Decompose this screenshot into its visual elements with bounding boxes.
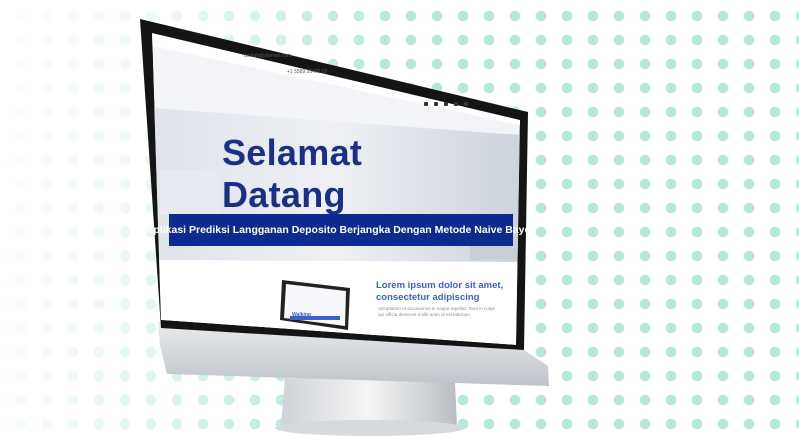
social-icon [444,102,448,106]
social-icon [464,102,468,106]
mini-social-icons [424,102,468,106]
topbar-phone: +1 5589 55488 55 [287,69,328,75]
stand-neck [281,378,457,426]
laptop-screen-text: Walking [292,312,311,318]
hero-banner: Aplikasi Prediksi Langganan Deposito Ber… [146,214,536,246]
hero-heading: Selamat Datang [222,132,363,215]
social-icon [454,102,458,106]
social-icon [424,102,428,106]
social-icon [434,102,438,106]
feature-title: Lorem ipsum dolor sit amet, consectetur … [376,280,504,303]
topbar-email: contoh@domain.com [244,53,292,59]
feature-body: Voluptatum et accusamus in eaque repella… [378,306,495,317]
stand-base [275,420,465,436]
